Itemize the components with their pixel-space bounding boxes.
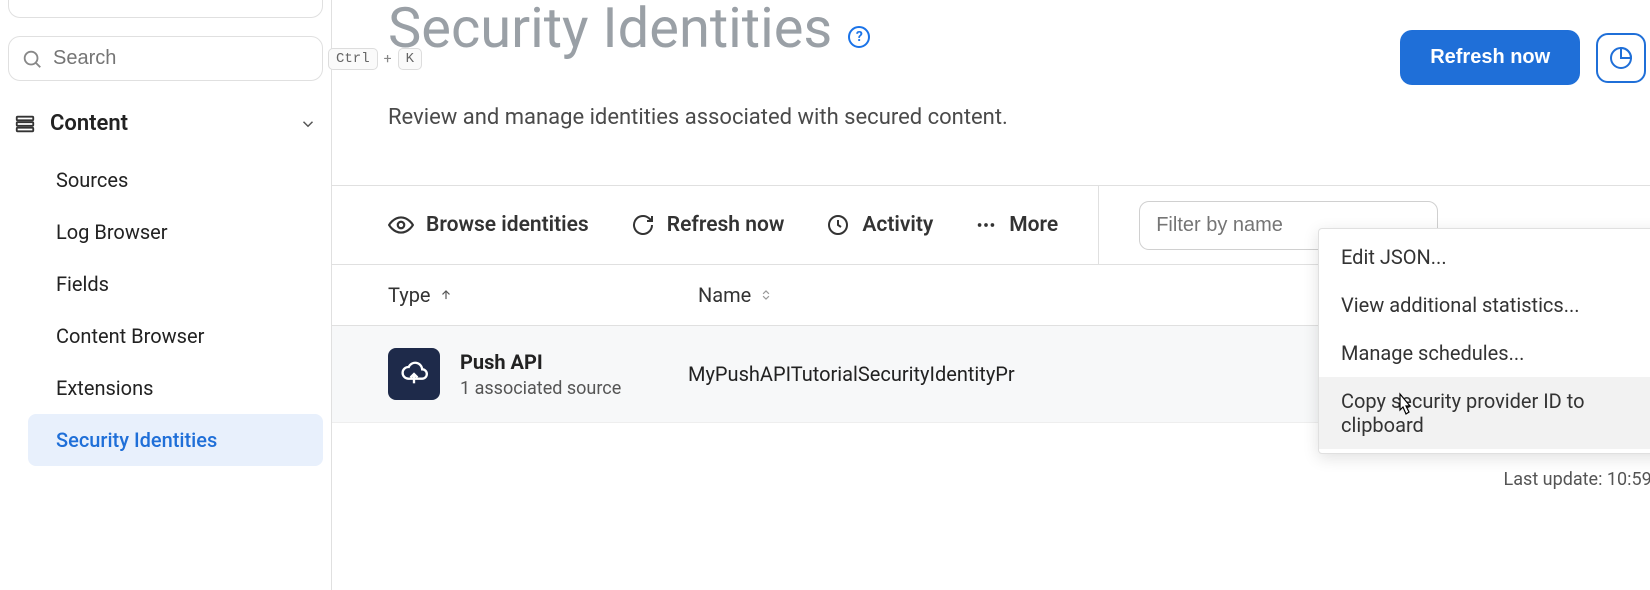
activity-button[interactable]: Activity [826,213,933,237]
sidebar-top-box [8,0,323,18]
stats-button[interactable] [1596,33,1646,83]
last-update-text: Last update: 10:59:2 [1504,469,1650,490]
toolbar-label: Refresh now [667,213,785,237]
push-api-icon [388,348,440,400]
toolbar-divider [1098,185,1099,265]
sidebar-item-fields[interactable]: Fields [42,258,323,310]
sidebar-item-security-identities[interactable]: Security Identities [28,414,323,466]
dropdown-copy-id[interactable]: Copy security provider ID to clipboard [1319,377,1650,449]
column-label: Name [698,283,751,307]
sidebar-item-log-browser[interactable]: Log Browser [42,206,323,258]
browse-identities-button[interactable]: Browse identities [388,212,589,238]
name-cell: MyPushAPITutorialSecurityIdentityPr [688,362,1288,386]
page-title: Security Identities ? [388,0,870,56]
dropdown-manage-schedules[interactable]: Manage schedules... [1319,329,1650,377]
sort-asc-icon [439,288,453,302]
sidebar-item-label: Sources [56,168,128,192]
type-title: Push API [460,350,621,374]
sidebar-item-label: Security Identities [56,428,217,452]
sidebar-section-label: Content [50,111,128,136]
main-content: Security Identities ? Refresh now Review… [332,0,1650,590]
more-icon [975,214,997,236]
sidebar-item-extensions[interactable]: Extensions [42,362,323,414]
sidebar-item-label: Extensions [56,376,153,400]
pie-chart-icon [1609,46,1633,70]
sidebar-item-content-browser[interactable]: Content Browser [42,310,323,362]
header: Security Identities ? Refresh now [388,0,1650,85]
chevron-down-icon [299,115,317,133]
column-label: Type [388,283,431,307]
toolbar-label: Browse identities [426,213,589,237]
sidebar-section-content[interactable]: Content [8,101,323,146]
search-icon [21,48,43,70]
toolbar-left: Browse identities Refresh now Activity [388,212,1058,238]
type-subtitle: 1 associated source [460,378,621,399]
column-type[interactable]: Type [388,283,688,307]
toolbar-label: More [1009,213,1058,237]
clock-icon [826,213,850,237]
page-title-text: Security Identities [388,0,832,56]
dropdown-view-stats[interactable]: View additional statistics... [1319,281,1650,329]
search-box[interactable]: Ctrl + K [8,36,323,81]
sidebar-item-sources[interactable]: Sources [42,154,323,206]
refresh-icon [631,213,655,237]
sort-icon [759,288,773,302]
sidebar-item-label: Content Browser [56,324,204,348]
header-actions: Refresh now [1400,0,1650,85]
column-name[interactable]: Name [698,283,1298,307]
more-button[interactable]: More [975,213,1058,237]
sidebar-items: Sources Log Browser Fields Content Brows… [8,146,323,466]
content-icon [14,113,36,135]
more-dropdown: Edit JSON... View additional statistics.… [1318,228,1650,454]
eye-icon [388,212,414,238]
refresh-now-button[interactable]: Refresh now [1400,30,1580,85]
help-icon[interactable]: ? [848,26,870,48]
search-input[interactable] [53,47,318,70]
dropdown-edit-json[interactable]: Edit JSON... [1319,233,1650,281]
sidebar: Ctrl + K Content Sources Log Browser Fie… [0,0,332,590]
sidebar-item-label: Log Browser [56,220,168,244]
type-cell: Push API 1 associated source [388,348,688,400]
toolbar-refresh-button[interactable]: Refresh now [631,213,785,237]
toolbar-label: Activity [862,213,933,237]
sidebar-item-label: Fields [56,272,109,296]
page-subtitle: Review and manage identities associated … [388,105,1650,130]
